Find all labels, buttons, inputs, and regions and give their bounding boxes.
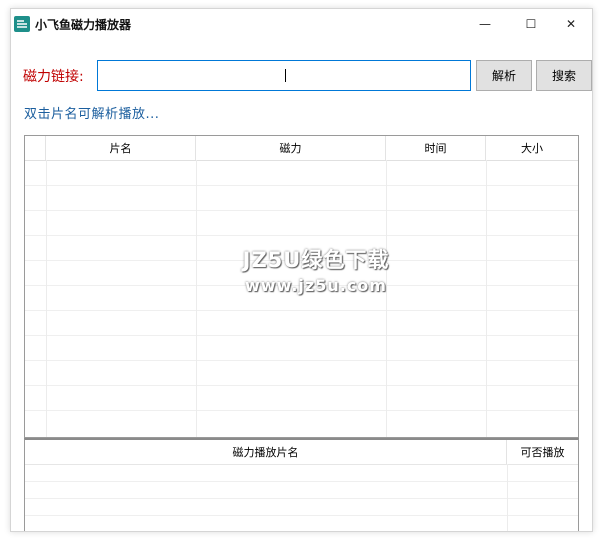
magnet-link-input[interactable] <box>97 60 471 91</box>
play-table[interactable]: 磁力播放片名 可否播放 <box>24 438 579 531</box>
grid-line <box>25 285 578 286</box>
column-divider <box>46 160 47 437</box>
grid-line <box>25 335 578 336</box>
grid-line <box>25 310 578 311</box>
column-header-name[interactable]: 片名 <box>46 136 196 160</box>
window-title: 小飞鱼磁力播放器 <box>35 18 132 32</box>
column-header-playable[interactable]: 可否播放 <box>507 440 578 464</box>
header-divider <box>25 160 578 161</box>
grid-line <box>25 481 578 482</box>
column-divider <box>386 160 387 437</box>
header-divider <box>25 464 578 465</box>
grid-line <box>25 260 578 261</box>
app-logo-icon <box>14 16 30 32</box>
column-header-play-name[interactable]: 磁力播放片名 <box>25 440 507 464</box>
parse-button[interactable]: 解析 <box>476 60 532 91</box>
column-header-size[interactable]: 大小 <box>486 136 578 160</box>
row-header-corner <box>25 136 46 160</box>
grid-line <box>25 410 578 411</box>
grid-line <box>25 185 578 186</box>
title-bar[interactable]: 小飞鱼磁力播放器 — ☐ ✕ <box>11 9 592 39</box>
minimize-button[interactable]: — <box>462 9 508 39</box>
results-table[interactable]: 片名 磁力 时间 大小 <box>24 135 579 438</box>
text-caret <box>285 69 286 82</box>
maximize-icon: ☐ <box>525 17 537 31</box>
close-icon: ✕ <box>565 17 577 31</box>
grid-line <box>25 235 578 236</box>
column-header-magnet[interactable]: 磁力 <box>196 136 386 160</box>
column-divider <box>486 160 487 437</box>
column-header-time[interactable]: 时间 <box>386 136 486 160</box>
grid-line <box>25 385 578 386</box>
grid-line <box>25 210 578 211</box>
magnet-link-label: 磁力链接: <box>23 69 84 85</box>
grid-line <box>25 360 578 361</box>
grid-line <box>25 498 578 499</box>
close-button[interactable]: ✕ <box>548 9 592 39</box>
app-window: 小飞鱼磁力播放器 — ☐ ✕ 磁力链接: 解析 搜索 双击片名可解析播放... … <box>10 8 593 532</box>
minimize-icon: — <box>479 17 491 31</box>
grid-line <box>25 515 578 516</box>
search-button[interactable]: 搜索 <box>536 60 592 91</box>
column-divider <box>507 464 508 531</box>
hint-text: 双击片名可解析播放... <box>24 107 160 122</box>
column-divider <box>196 160 197 437</box>
